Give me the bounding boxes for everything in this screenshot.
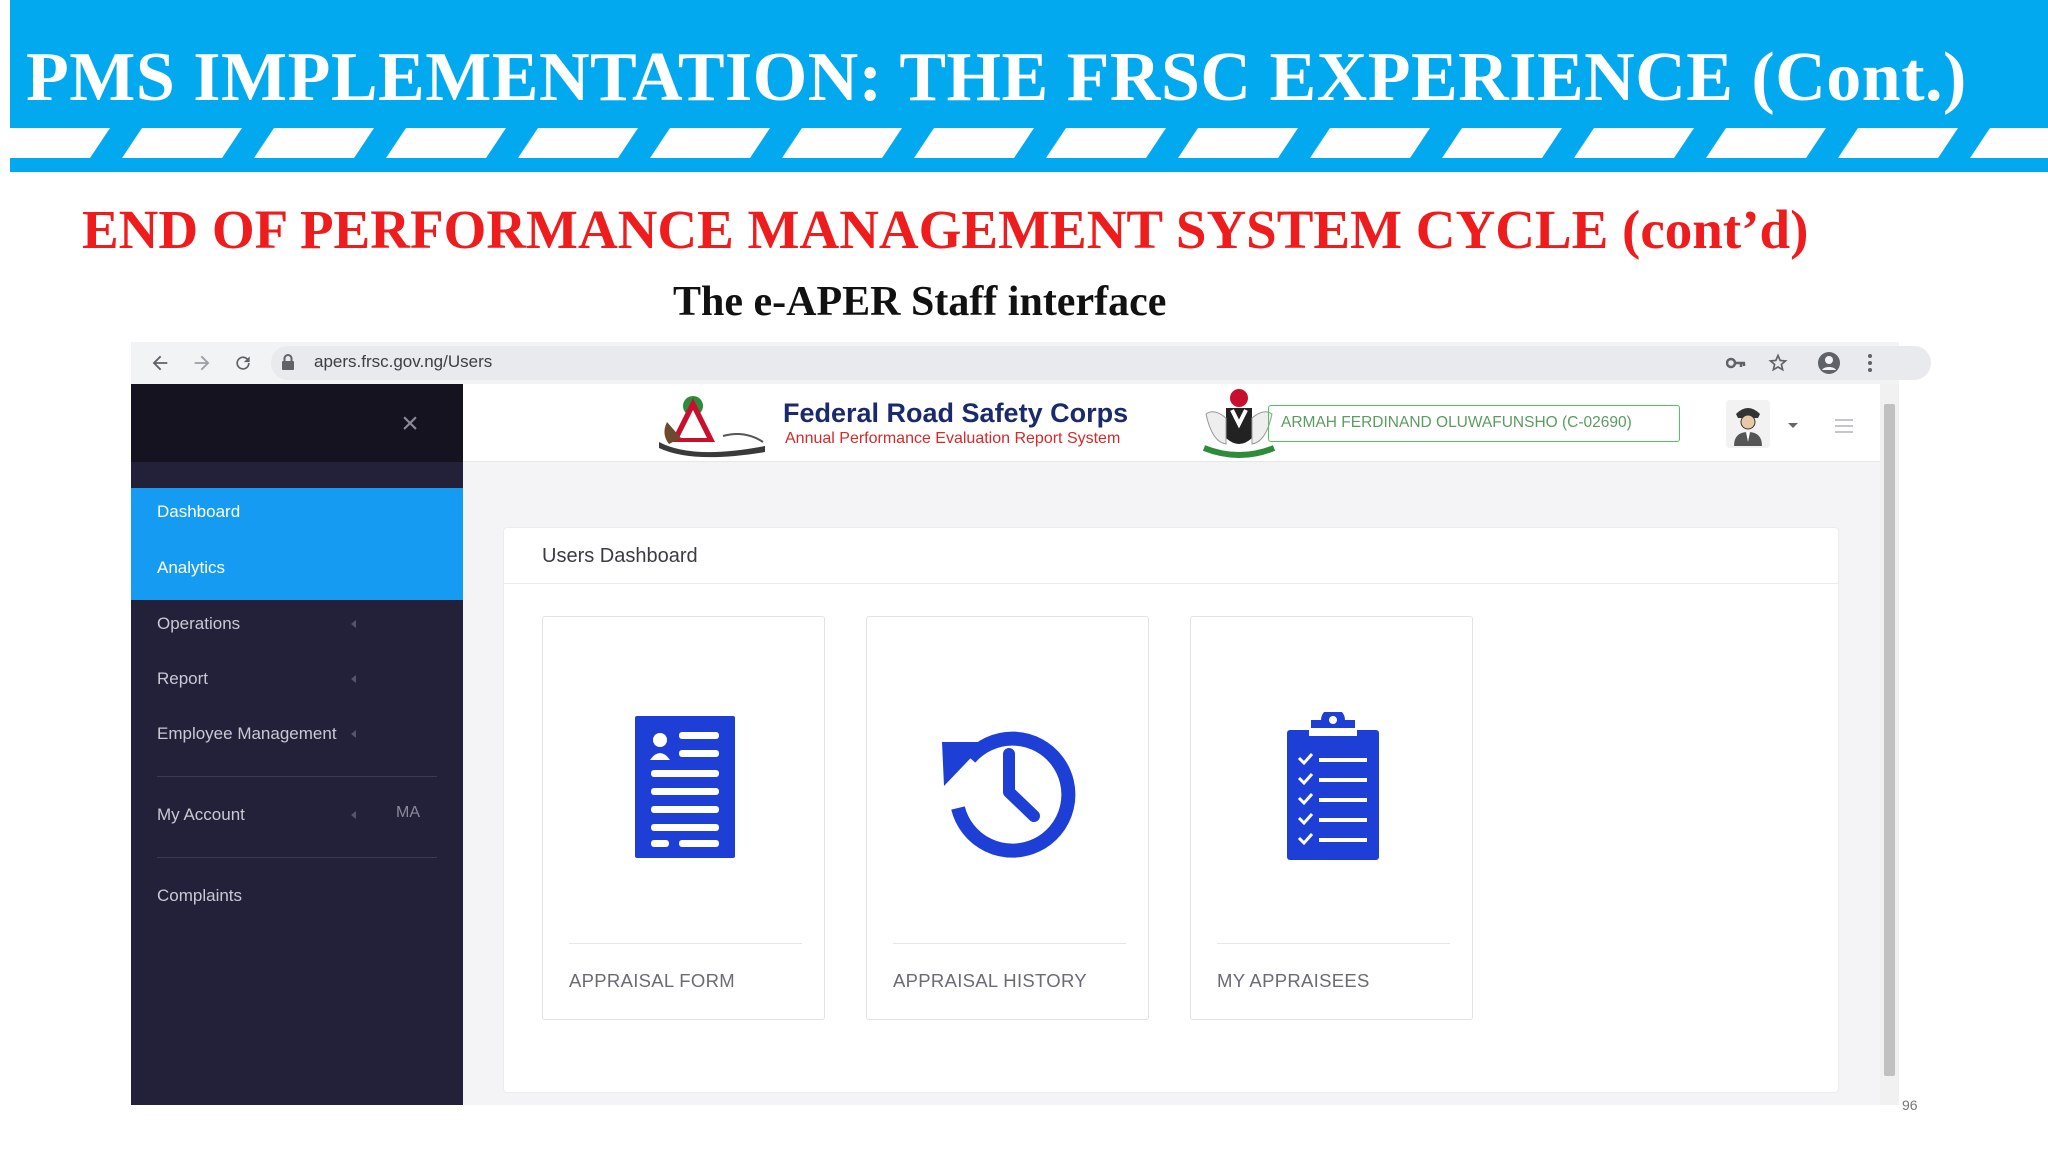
sidebar-item-my-account[interactable]: My Account — [157, 805, 245, 825]
panel-header: Users Dashboard — [504, 528, 1838, 584]
sidebar-divider — [157, 776, 437, 777]
scrollbar-thumb[interactable] — [1884, 404, 1895, 1076]
sidebar-item-operations[interactable]: Operations — [157, 614, 240, 634]
users-dashboard-panel: Users Dashboard APPRAISAL FORM APPRAISAL… — [503, 527, 1839, 1093]
history-clock-icon — [867, 707, 1150, 867]
sidebar-item-analytics[interactable]: Analytics — [157, 558, 225, 578]
arrow-right-icon[interactable] — [187, 348, 217, 378]
form-document-icon — [543, 707, 826, 867]
account-circle-icon[interactable] — [1816, 350, 1842, 376]
chevron-left-icon — [351, 730, 356, 738]
arrow-left-icon[interactable] — [145, 348, 175, 378]
url-text[interactable]: apers.frsc.gov.ng/Users — [314, 352, 492, 372]
stripe-decoration — [10, 128, 2048, 158]
card-label-appraisal-form: APPRAISAL FORM — [569, 970, 735, 991]
sidebar-divider — [157, 857, 437, 858]
officer-avatar[interactable] — [1726, 400, 1770, 448]
card-label-my-appraisees: MY APPRAISEES — [1217, 970, 1370, 991]
lock-icon — [282, 354, 294, 370]
title-banner: PMS IMPLEMENTATION: THE FRSC EXPERIENCE … — [10, 0, 2048, 172]
star-icon[interactable] — [1765, 350, 1791, 376]
card-appraisal-history[interactable]: APPRAISAL HISTORY — [866, 616, 1149, 1020]
chevron-left-icon — [351, 620, 356, 628]
chevron-left-icon — [351, 675, 356, 683]
app-header: Federal Road Safety Corps Annual Perform… — [463, 384, 1899, 462]
sidebar-header: × — [131, 384, 463, 462]
panel-title: Users Dashboard — [542, 545, 698, 567]
clipboard-checklist-icon — [1191, 707, 1474, 867]
chevron-down-icon[interactable] — [1788, 423, 1798, 428]
card-divider — [1217, 943, 1450, 944]
account-initials-badge: MA — [396, 804, 420, 821]
card-appraisal-form[interactable]: APPRAISAL FORM — [542, 616, 825, 1020]
user-name-box: ARMAH FERDINAND OLUWAFUNSHO (C-02690) — [1268, 405, 1680, 442]
card-divider — [569, 943, 802, 944]
card-label-appraisal-history: APPRAISAL HISTORY — [893, 970, 1087, 991]
brand-subtitle: Annual Performance Evaluation Report Sys… — [785, 430, 1121, 447]
key-icon[interactable] — [1723, 350, 1749, 376]
chevron-left-icon — [351, 811, 356, 819]
address-bar[interactable] — [271, 346, 1931, 380]
brand-title: Federal Road Safety Corps — [783, 398, 1129, 428]
close-icon[interactable]: × — [397, 409, 423, 439]
sidebar-item-employee-management[interactable]: Employee Management — [157, 724, 337, 744]
reload-icon[interactable] — [228, 348, 258, 378]
sidebar: × Dashboard Analytics Operations Report … — [131, 384, 463, 1105]
browser-toolbar: apers.frsc.gov.ng/Users — [131, 342, 1931, 384]
card-my-appraisees[interactable]: MY APPRAISEES — [1190, 616, 1473, 1020]
card-divider — [893, 943, 1126, 944]
sidebar-item-report[interactable]: Report — [157, 669, 208, 689]
slide-title: PMS IMPLEMENTATION: THE FRSC EXPERIENCE … — [26, 39, 1967, 116]
slide-caption: The e-APER Staff interface — [673, 279, 1167, 325]
app-viewport: × Dashboard Analytics Operations Report … — [131, 384, 1899, 1105]
sidebar-item-dashboard[interactable]: Dashboard — [157, 502, 240, 522]
frsc-logo — [659, 396, 765, 458]
page-number: 96 — [1902, 1097, 1918, 1113]
more-vertical-icon[interactable] — [1857, 350, 1883, 376]
sidebar-item-complaints[interactable]: Complaints — [157, 886, 242, 906]
slide-subtitle: END OF PERFORMANCE MANAGEMENT SYSTEM CYC… — [82, 199, 1809, 260]
hamburger-menu-icon[interactable] — [1835, 419, 1853, 433]
